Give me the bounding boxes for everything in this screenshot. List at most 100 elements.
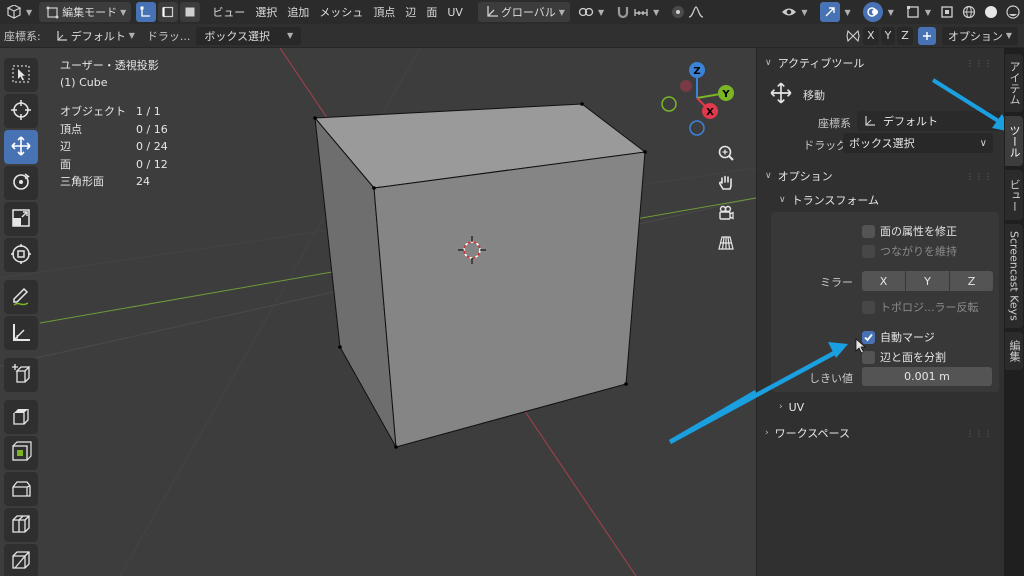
select-mode-group <box>133 2 203 22</box>
coord-dropdown[interactable]: デフォルト ▼ <box>47 27 141 45</box>
menu-face[interactable]: 面 <box>421 2 442 22</box>
tab-item[interactable]: アイテム <box>1005 54 1023 112</box>
gizmo-toggle[interactable]: ▼ <box>813 2 856 22</box>
tab-edit[interactable]: 編集 <box>1005 332 1023 370</box>
tool-shelf <box>4 58 40 576</box>
tab-view[interactable]: ビュー <box>1005 170 1023 220</box>
overlay-toggle[interactable]: ▼ <box>856 2 899 22</box>
auto-merge-checkbox[interactable]: 自動マージ <box>862 329 935 345</box>
proportional-edit-button[interactable] <box>664 2 710 22</box>
options-panel-header[interactable]: ∨ オプション ⋮⋮⋮ <box>757 164 1005 188</box>
mesh-overlay-icon <box>904 3 922 21</box>
tool-rotate[interactable] <box>4 166 38 200</box>
menu-select[interactable]: 選択 <box>250 2 282 22</box>
options-dropdown[interactable]: オプション ▼ <box>941 26 1018 45</box>
chevron-down-icon: ∨ <box>765 171 772 181</box>
editor-type-icon <box>5 3 23 21</box>
menu-add[interactable]: 追加 <box>282 2 314 22</box>
visibility-button[interactable]: ▼ <box>775 2 812 22</box>
butterfly-mirror-icon[interactable] <box>844 27 862 45</box>
vertex-select-icon[interactable] <box>136 2 157 22</box>
extrude-icon <box>10 405 32 430</box>
threshold-field[interactable]: 0.001 m <box>862 367 992 386</box>
editor-type-button[interactable]: ▼ <box>0 2 37 22</box>
gizmo-z-label: Z <box>693 66 700 77</box>
mirror-axis-z[interactable]: Z <box>897 26 913 45</box>
stat-value: 24 <box>136 175 150 188</box>
tool-annotate[interactable] <box>4 280 38 314</box>
chevron-down-icon: ▼ <box>887 7 894 17</box>
annotation-arrow-2 <box>668 390 756 444</box>
menu-uv[interactable]: UV <box>442 2 468 22</box>
menu-add-label: 追加 <box>287 6 310 19</box>
pivot-button[interactable]: ▼ <box>572 2 609 22</box>
active-tool-title: アクティブツール <box>777 57 865 70</box>
chevron-down-icon: ▼ <box>128 31 135 40</box>
tool-measure[interactable] <box>4 316 38 350</box>
drag-grip-icon[interactable]: ⋮⋮⋮ <box>966 429 993 438</box>
split-edges-checkbox[interactable]: 辺と面を分割 <box>862 349 946 365</box>
stat-row: 辺 0 / 24 <box>60 138 168 156</box>
gizmo-arrow-icon <box>819 2 840 22</box>
tool-loop-cut[interactable] <box>4 508 38 542</box>
tool-knife[interactable] <box>4 544 38 576</box>
workspace-panel-header[interactable]: › ワークスペース ⋮⋮⋮ <box>757 421 1005 445</box>
mirror-axis-x[interactable]: X <box>863 26 879 45</box>
topology-mirror-checkbox[interactable]: トポロジ...ラー反転 <box>862 299 979 315</box>
chevron-down-icon: ▼ <box>844 7 851 17</box>
ortho-toggle-button[interactable] <box>714 232 738 256</box>
tool-inset[interactable] <box>4 436 38 470</box>
drag-grip-icon[interactable]: ⋮⋮⋮ <box>966 172 993 181</box>
mirror-z-button[interactable]: Z <box>950 271 993 291</box>
active-tool-panel-header[interactable]: ∨ アクティブツール ⋮⋮⋮ <box>757 51 1005 75</box>
drag-dropdown[interactable]: ボックス選択 ∨ <box>843 133 993 153</box>
edge-select-icon[interactable] <box>158 2 179 22</box>
face-select-icon[interactable] <box>180 2 201 22</box>
auto-merge-toggle-icon[interactable] <box>917 26 936 45</box>
mirror-axis-y[interactable]: Y <box>880 26 896 45</box>
drag-dropdown[interactable]: ボックス選択 ▼ <box>196 26 302 45</box>
tool-move[interactable] <box>4 130 38 164</box>
chevron-down-icon: ▼ <box>597 7 605 17</box>
active-tool-row[interactable]: 移動 <box>769 81 825 108</box>
coord-system-dropdown[interactable]: デフォルト <box>857 111 1001 131</box>
transform-subpanel-header[interactable]: ∨ トランスフォーム <box>757 188 1005 212</box>
tab-tool[interactable]: ツール <box>1005 116 1023 166</box>
shading-solid[interactable] <box>980 2 1002 22</box>
menu-mesh[interactable]: メッシュ <box>314 2 368 22</box>
camera-view-button[interactable] <box>714 202 738 226</box>
menu-view[interactable]: ビュー <box>207 2 250 22</box>
axis-x-label: X <box>867 29 875 42</box>
mirror-x-button[interactable]: X <box>862 271 905 291</box>
tool-bevel[interactable] <box>4 472 38 506</box>
menu-select-label: 選択 <box>255 6 278 19</box>
tool-scale[interactable] <box>4 202 38 236</box>
drag-grip-icon[interactable]: ⋮⋮⋮ <box>966 59 993 68</box>
zoom-icon <box>717 144 735 165</box>
zoom-button[interactable] <box>714 142 738 166</box>
snap-button[interactable]: ▼ <box>609 2 664 22</box>
keep-connected-checkbox[interactable]: つながりを維持 <box>862 243 957 259</box>
mode-dropdown[interactable]: 編集モード ▼ <box>39 2 132 22</box>
navigation-gizmo[interactable]: Z Y X <box>652 58 742 138</box>
menu-vertex[interactable]: 頂点 <box>368 2 400 22</box>
shading-wireframe[interactable] <box>958 2 980 22</box>
tool-extrude[interactable] <box>4 400 38 434</box>
uv-subpanel-header[interactable]: › UV <box>757 395 1005 419</box>
menu-edge[interactable]: 辺 <box>400 2 421 22</box>
face-attr-checkbox[interactable]: 面の属性を修正 <box>862 223 957 239</box>
pan-button[interactable] <box>714 172 738 196</box>
mirror-y-button[interactable]: Y <box>906 271 949 291</box>
orientation-dropdown[interactable]: グローバル ▼ <box>477 2 570 22</box>
uv-title: UV <box>788 400 805 414</box>
xray-toggle[interactable] <box>936 2 958 22</box>
tool-transform[interactable] <box>4 238 38 272</box>
tab-screencast-keys[interactable]: Screencast Keys <box>1005 224 1023 328</box>
tool-add-cube[interactable] <box>4 358 38 392</box>
tool-cursor[interactable] <box>4 94 38 128</box>
mesh-edit-overlay[interactable]: ▼ <box>899 2 936 22</box>
tool-select-box[interactable] <box>4 58 38 92</box>
keep-connected-label: つながりを維持 <box>880 245 957 258</box>
menu-mesh-label: メッシュ <box>319 6 364 19</box>
shading-material[interactable] <box>1002 2 1024 22</box>
